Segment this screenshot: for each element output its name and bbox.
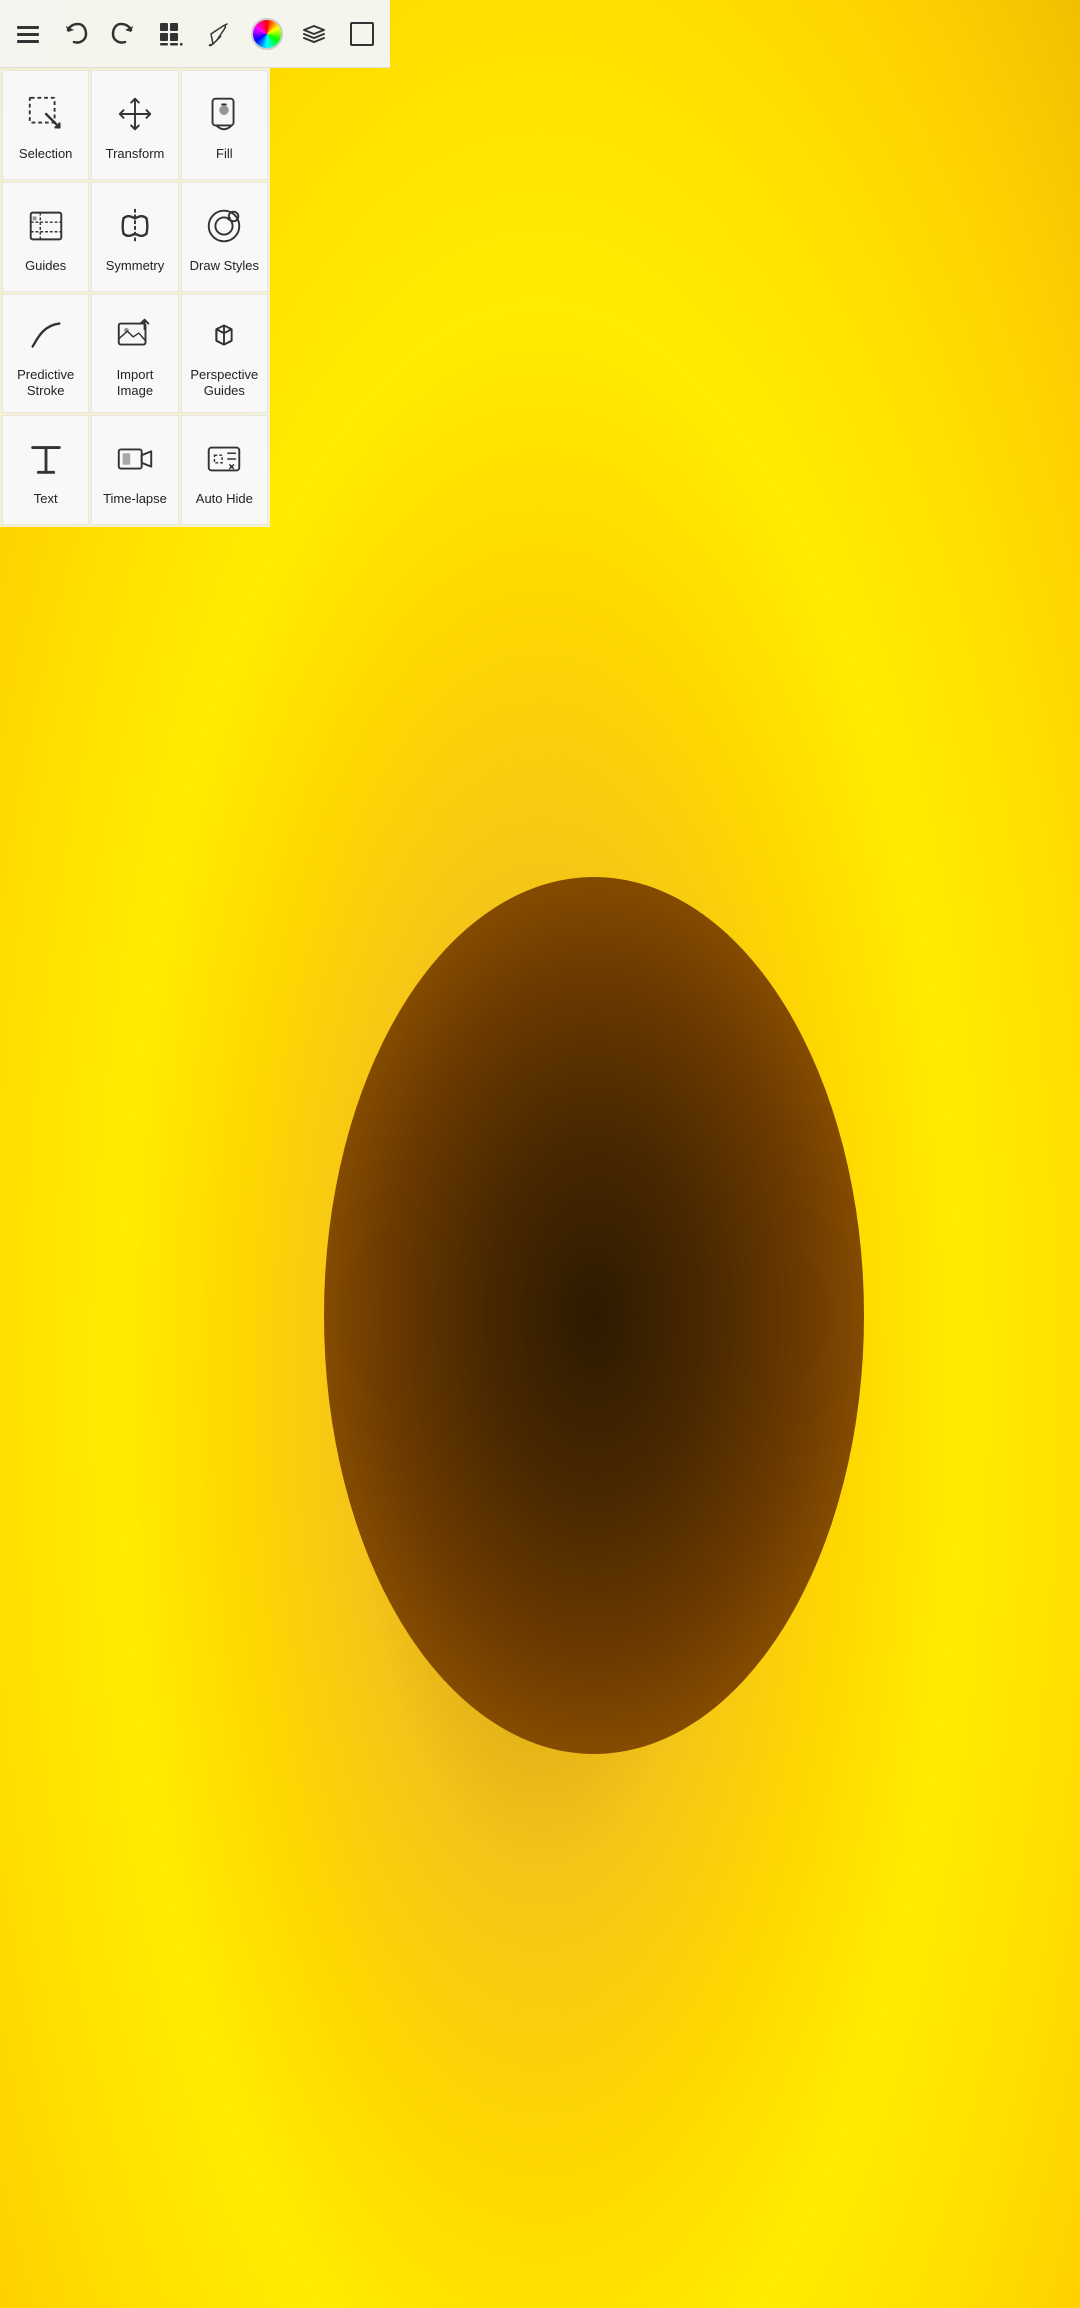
perspective-guides-menu-item[interactable]: Perspective Guides xyxy=(181,294,268,413)
import-image-menu-item[interactable]: Import Image xyxy=(91,294,178,413)
time-lapse-menu-item[interactable]: Time-lapse xyxy=(91,415,178,525)
fill-menu-item[interactable]: Fill xyxy=(181,70,268,180)
fill-icon xyxy=(202,92,246,136)
selection-tool-button[interactable] xyxy=(340,12,384,56)
predictive-stroke-label: Predictive Stroke xyxy=(11,367,80,398)
import-image-label: Import Image xyxy=(100,367,169,398)
layers-icon xyxy=(300,20,328,48)
auto-hide-label: Auto Hide xyxy=(196,491,253,507)
text-icon xyxy=(24,437,68,481)
auto-hide-icon xyxy=(202,437,246,481)
perspective-guides-icon xyxy=(202,313,246,357)
perspective-guides-label: Perspective Guides xyxy=(190,367,259,398)
undo-icon xyxy=(62,20,90,48)
text-label: Text xyxy=(34,491,58,507)
selection-menu-item[interactable]: Selection xyxy=(2,70,89,180)
selection-label: Selection xyxy=(19,146,72,162)
symmetry-label: Symmetry xyxy=(106,258,165,274)
symmetry-icon xyxy=(113,204,157,248)
selection-icon xyxy=(24,92,68,136)
transform-label: Transform xyxy=(106,146,165,162)
brush-button[interactable] xyxy=(197,12,241,56)
guides-label: Guides xyxy=(25,258,66,274)
text-menu-item[interactable]: Text xyxy=(2,415,89,525)
auto-hide-menu-item[interactable]: Auto Hide xyxy=(181,415,268,525)
menu-panel: Selection Transform Fill xyxy=(0,68,270,527)
transform-menu-item[interactable]: Transform xyxy=(91,70,178,180)
grid-icon xyxy=(157,20,185,48)
symmetry-menu-item[interactable]: Symmetry xyxy=(91,182,178,292)
layers-button[interactable] xyxy=(292,12,336,56)
tools-button[interactable] xyxy=(149,12,193,56)
selection-tool-icon xyxy=(348,20,376,48)
predictive-stroke-menu-item[interactable]: Predictive Stroke xyxy=(2,294,89,413)
time-lapse-icon xyxy=(113,437,157,481)
fill-label: Fill xyxy=(216,146,233,162)
predictive-stroke-icon xyxy=(24,313,68,357)
brush-icon xyxy=(205,20,233,48)
guides-menu-item[interactable]: Guides xyxy=(2,182,89,292)
toolbar xyxy=(0,0,390,68)
menu-button[interactable] xyxy=(6,12,50,56)
import-image-icon xyxy=(113,313,157,357)
guides-icon xyxy=(24,204,68,248)
redo-icon xyxy=(109,20,137,48)
time-lapse-label: Time-lapse xyxy=(103,491,167,507)
draw-styles-menu-item[interactable]: Draw Styles xyxy=(181,182,268,292)
redo-button[interactable] xyxy=(101,12,145,56)
draw-styles-label: Draw Styles xyxy=(190,258,259,274)
undo-button[interactable] xyxy=(54,12,98,56)
draw-styles-icon xyxy=(202,204,246,248)
transform-icon xyxy=(113,92,157,136)
menu-icon xyxy=(14,20,42,48)
color-wheel-icon xyxy=(251,18,283,50)
color-button[interactable] xyxy=(245,12,289,56)
